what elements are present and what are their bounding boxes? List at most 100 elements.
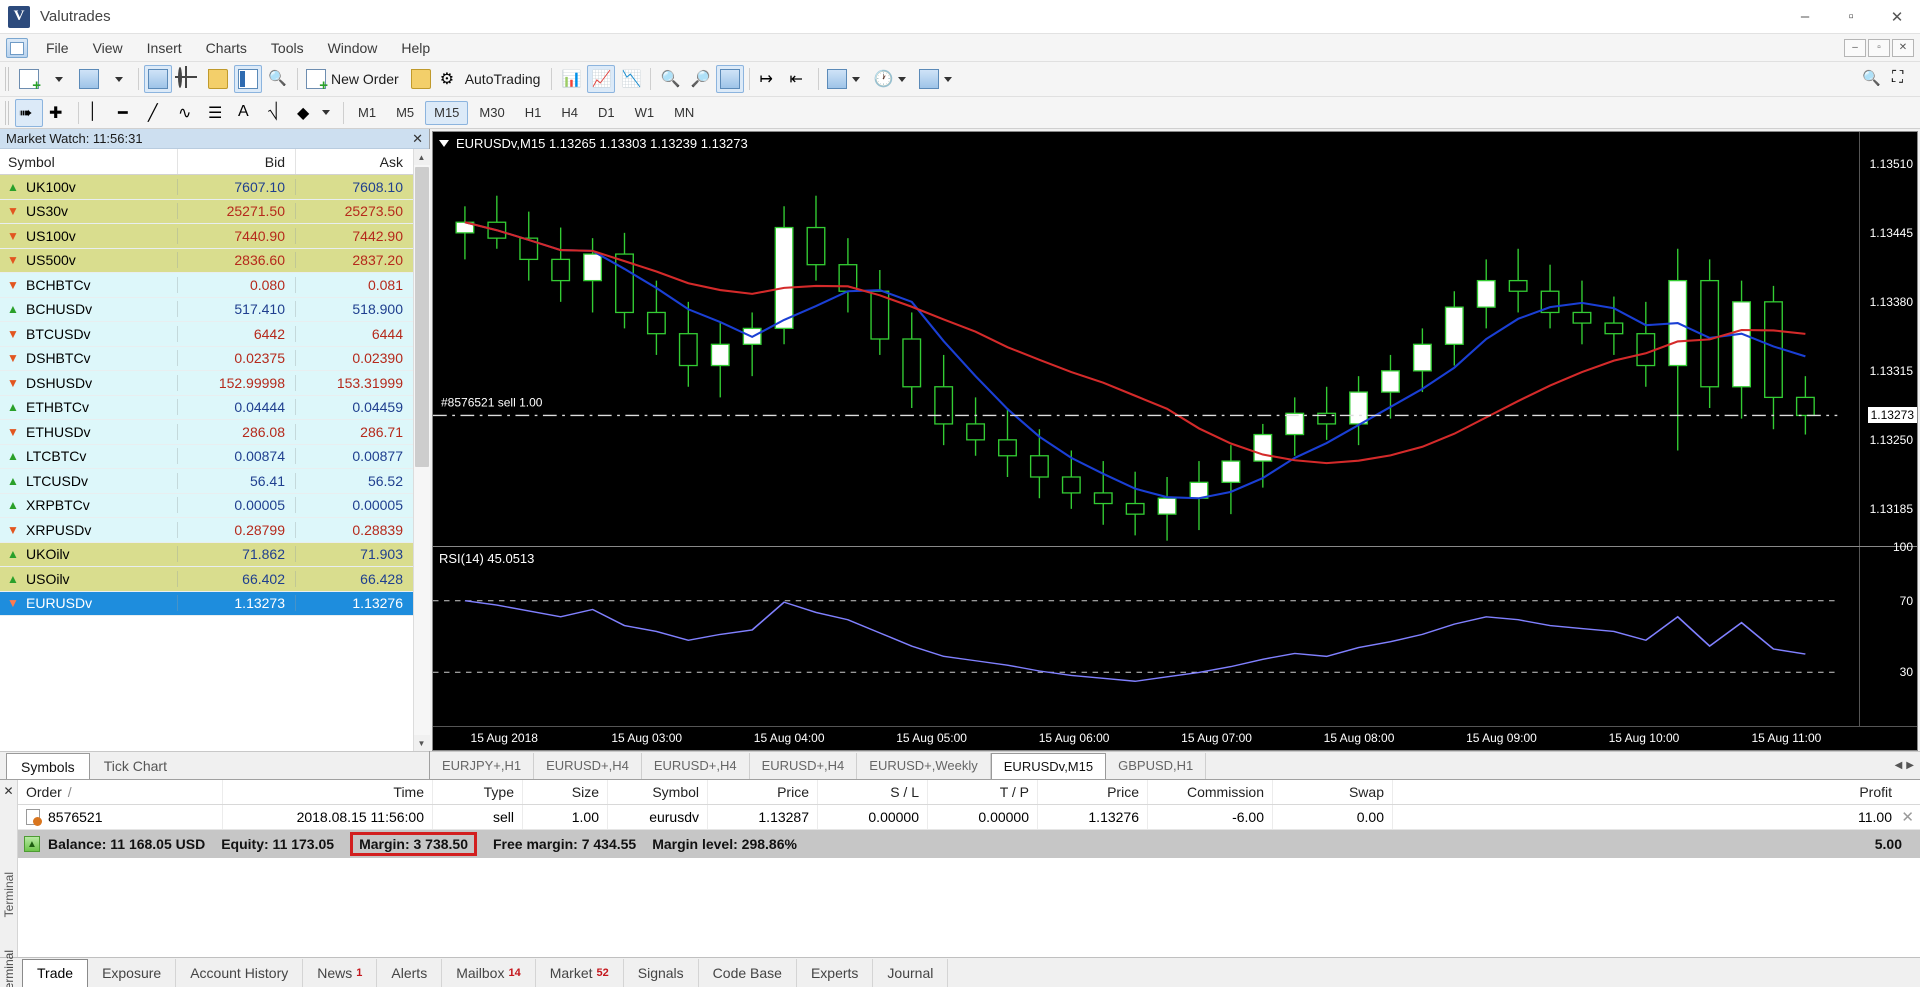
close-position-icon[interactable]: ✕ [1901,808,1914,826]
terminal-tab-market[interactable]: Market 52 [536,958,624,987]
chart-tab[interactable]: EURUSD+,Weekly [857,752,991,779]
zoom-in-button[interactable]: 🔍 [656,65,684,93]
column-header-type[interactable]: Type [433,780,523,804]
text-tool-button[interactable]: A [234,99,262,127]
auto-scroll-button[interactable]: ⇤ [785,65,813,93]
market-watch-row[interactable]: ▲ XRPBTCv 0.00005 0.00005 [0,493,413,518]
crosshair-tool-button[interactable]: ✚ [45,99,73,127]
terminal-tab-mailbox[interactable]: Mailbox 14 [442,958,536,987]
fibonacci-button[interactable]: ☰ [204,99,232,127]
grid-button[interactable] [716,65,745,93]
favorites-button[interactable] [204,65,232,93]
column-header-symbol[interactable]: Symbol [0,149,178,174]
market-watch-close-icon[interactable]: ✕ [412,131,423,147]
maximize-button[interactable]: ▫ [1828,0,1874,34]
column-header-tp[interactable]: T / P [928,780,1038,804]
column-header-price-open[interactable]: Price [708,780,818,804]
terminal-tab-journal[interactable]: Journal [873,958,949,987]
shapes-button[interactable]: ◆ [294,99,338,127]
scroll-up-icon[interactable]: ▲ [413,149,430,165]
horizontal-line-button[interactable]: ━ [114,99,142,127]
templates-button[interactable] [916,65,960,93]
market-watch-row[interactable]: ▲ UK100v 7607.10 7608.10 [0,175,413,200]
market-watch-row[interactable]: ▼ BTCUSDv 6442 6444 [0,322,413,347]
market-watch-row[interactable]: ▲ BCHUSDv 517.410 518.900 [0,297,413,322]
market-watch-row[interactable]: ▼ EURUSDv 1.13273 1.13276 [0,591,413,616]
timeframe-h4[interactable]: H4 [552,101,587,125]
chart-tab[interactable]: EURUSDv,M15 [990,752,1107,779]
timeframe-m15[interactable]: M15 [425,100,469,125]
scroll-thumb[interactable] [414,167,429,467]
doc-minimize-button[interactable]: – [1844,38,1866,57]
timeframe-h1[interactable]: H1 [516,101,551,125]
doc-close-button[interactable]: ✕ [1892,38,1914,57]
bar-chart-button[interactable]: 📊 [557,65,585,93]
navigator-button[interactable] [234,65,262,93]
profiles-dropdown[interactable] [105,65,133,93]
terminal-tab-alerts[interactable]: Alerts [377,958,443,987]
zoom-out-button[interactable]: 🔎 [686,65,714,93]
table-row[interactable]: 8576521 2018.08.15 11:56:00 sell 1.00 eu… [18,805,1920,830]
chart-menu-icon[interactable] [439,140,449,147]
market-watch-row[interactable]: ▲ UKOilv 71.862 71.903 [0,542,413,567]
new-order-button[interactable]: New Order [303,65,405,93]
chart-shift-button[interactable]: ↦ [755,65,783,93]
market-watch-row[interactable]: ▼ DSHBTCv 0.02375 0.02390 [0,346,413,371]
terminal-tab-signals[interactable]: Signals [624,958,699,987]
terminal-tab-experts[interactable]: Experts [797,958,874,987]
menu-charts[interactable]: Charts [194,36,259,60]
market-watch-row[interactable]: ▲ LTCBTCv 0.00874 0.00877 [0,444,413,469]
column-header-symbol[interactable]: Symbol [608,780,708,804]
equidistant-channel-button[interactable]: ∿ [174,99,202,127]
new-chart-button[interactable] [15,65,43,93]
market-watch-row[interactable]: ▲ ETHBTCv 0.04444 0.04459 [0,395,413,420]
market-watch-row[interactable]: ▲ LTCUSDv 56.41 56.52 [0,469,413,494]
tab-scroll-left-icon[interactable]: ◀ [1895,760,1903,771]
menu-file[interactable]: File [34,36,81,60]
column-header-order[interactable]: Order / [18,780,223,804]
expert-advisor-button[interactable] [407,65,435,93]
timeframe-m1[interactable]: M1 [349,101,385,125]
menu-insert[interactable]: Insert [135,36,194,60]
market-watch-row[interactable]: ▼ US500v 2836.60 2837.20 [0,248,413,273]
minimize-button[interactable]: – [1782,0,1828,34]
terminal-tab-code-base[interactable]: Code Base [699,958,797,987]
column-header-ask[interactable]: Ask [296,149,413,174]
menu-view[interactable]: View [81,36,135,60]
crosshair-button[interactable] [174,65,202,93]
close-button[interactable]: ✕ [1874,0,1920,34]
indicators-button[interactable] [824,65,868,93]
toolbar-grip[interactable] [5,67,11,91]
price-axis[interactable]: 1.13510 1.13445 1.13380 1.13315 1.13250 1.131… [1859,132,1917,546]
trendline-button[interactable]: ╱ [144,99,172,127]
chart-tab[interactable]: EURUSD+,H4 [750,752,858,779]
label-tool-button[interactable]: ⎷ [264,99,292,127]
market-watch-scrollbar[interactable]: ▲ ▼ [413,149,430,751]
fullscreen-icon[interactable]: ⛶ [1892,69,1912,89]
timeframe-d1[interactable]: D1 [589,101,624,125]
market-watch-row[interactable]: ▼ DSHUSDv 152.99998 153.31999 [0,371,413,396]
terminal-tab-account-history[interactable]: Account History [176,958,304,987]
chart-tab[interactable]: EURUSD+,H4 [642,752,750,779]
chart-tab[interactable]: GBPUSD,H1 [1106,752,1207,779]
column-header-commission[interactable]: Commission [1148,780,1273,804]
market-watch-row[interactable]: ▲ USOilv 66.402 66.428 [0,567,413,592]
vertical-line-button[interactable]: │ [84,99,112,127]
line-chart-button[interactable]: 📉 [617,65,645,93]
terminal-tab-exposure[interactable]: Exposure [88,958,177,987]
new-chart-dropdown[interactable] [45,65,73,93]
candlestick-chart-button[interactable]: 📈 [587,65,616,93]
timeframe-m5[interactable]: M5 [387,101,423,125]
tab-tick-chart[interactable]: Tick Chart [90,753,181,779]
market-watch-row[interactable]: ▼ US100v 7440.90 7442.90 [0,224,413,249]
column-header-time[interactable]: Time [223,780,433,804]
market-watch-row[interactable]: ▼ XRPUSDv 0.28799 0.28839 [0,518,413,543]
data-window-button[interactable]: 🔍 [264,65,292,93]
summary-expand-icon[interactable]: ▲ [24,836,40,852]
column-header-sl[interactable]: S / L [818,780,928,804]
search-icon[interactable]: 🔍 [1862,69,1882,89]
toolbar-grip[interactable] [5,100,11,125]
scroll-track[interactable] [413,165,430,735]
rsi-indicator-pane[interactable]: RSI(14) 45.0513 100 70 30 [433,540,1917,726]
menu-tools[interactable]: Tools [259,36,316,60]
